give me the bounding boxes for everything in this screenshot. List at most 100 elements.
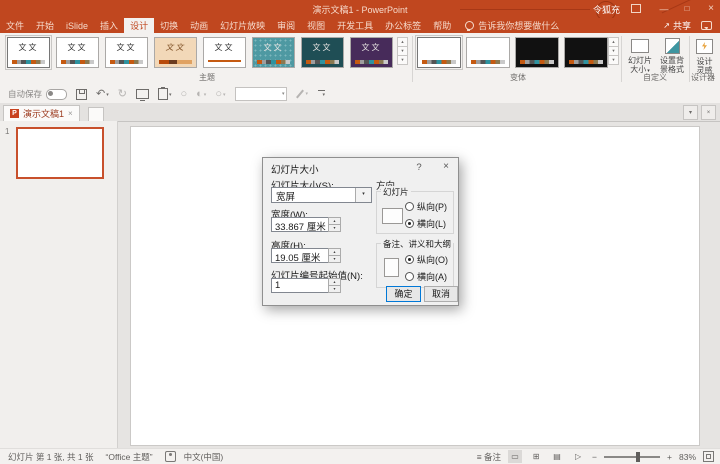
zoom-slider[interactable] [604,451,661,462]
variants-group-label: 变体 [510,73,526,82]
radio-selected-icon[interactable] [405,255,414,264]
user-name[interactable]: 令狐充 [593,3,620,16]
new-document-tab-button[interactable] [88,107,104,122]
tell-me-label: 告诉我你想要做什么 [478,21,560,31]
tab-help[interactable]: 帮助 [427,18,457,33]
tab-list-dropdown-button[interactable]: ▾ [683,105,698,120]
spin-up-icon[interactable]: ▲ [329,218,340,225]
theme-item-3[interactable]: 文文 [105,37,148,68]
accessibility-icon[interactable] [164,451,176,462]
spin-down-icon[interactable]: ▼ [329,286,340,292]
slide-thumbnail[interactable] [16,127,104,179]
customize-qat-button[interactable]: ▾ [318,90,325,98]
slide-size-combobox[interactable]: 宽屏 ▾ [271,187,372,203]
tab-slideshow[interactable]: 幻灯片放映 [214,18,271,33]
zoom-out-button[interactable]: − [592,452,597,462]
document-tab[interactable]: P 演示文稿1 × [3,105,80,121]
autosave-toggle[interactable] [46,88,68,100]
variant-item-4[interactable] [564,37,608,68]
notes-label: 备注 [484,451,502,462]
theme-item-8[interactable]: 文文 [350,37,393,68]
share-button[interactable]: ↗ 共享 [663,19,691,32]
combo-dropdown-button[interactable]: ▾ [355,188,371,202]
collapse-ribbon-button[interactable]: ^ [711,76,714,83]
theme-item-6[interactable]: 文文 [252,37,295,68]
radio-icon[interactable] [405,272,414,281]
theme-item-office[interactable]: 文文 [5,35,52,70]
radio-icon[interactable] [405,202,414,211]
cancel-button[interactable]: 取消 [424,286,458,302]
comment-icon[interactable] [701,21,712,30]
slides-portrait-option[interactable]: 纵向(P) [405,200,447,213]
notes-button[interactable]: ≡ 备注 [477,451,501,463]
tab-home[interactable]: 开始 [30,18,60,33]
spin-down-icon[interactable]: ▼ [329,225,340,231]
close-button[interactable]: × [702,0,720,18]
width-spinner[interactable]: ▲ ▼ [328,217,341,232]
start-number-spinner[interactable]: ▲ ▼ [328,278,341,293]
notes-portrait-option[interactable]: 纵向(O) [405,253,448,266]
design-ideas-button[interactable]: 设计 灵感 [691,37,718,75]
format-background-button[interactable]: 设置背 景格式 [656,37,688,74]
ok-button[interactable]: 确定 [386,286,421,302]
dialog-help-button[interactable]: ? [411,162,427,173]
minimize-button[interactable]: — [655,0,673,18]
tell-me-box[interactable]: 告诉我你想要做什么 [465,18,559,33]
highlighter-button[interactable]: ▾ [296,89,308,99]
tab-islide[interactable]: iSlide [60,18,94,33]
shapes-button[interactable]: ○ [180,88,187,100]
start-slideshow-button[interactable] [135,89,149,101]
tab-animations[interactable]: 动画 [184,18,214,33]
tab-developer[interactable]: 开发工具 [331,18,379,33]
variants-more-button[interactable]: ▼ [608,55,619,65]
slide-size-button[interactable]: 幻灯片 大小▾ [624,37,656,75]
shape-outline-button[interactable]: ○ ▾ [215,88,225,100]
document-tab-close-icon[interactable]: × [68,109,73,118]
width-input[interactable]: 33.867 厘米 [271,217,329,233]
spin-up-icon[interactable]: ▲ [329,249,340,256]
tab-file[interactable]: 文件 [0,18,30,33]
slides-landscape-option[interactable]: 横向(L) [405,217,446,230]
save-button[interactable] [76,88,88,100]
theme-item-2[interactable]: 文文 [56,37,99,68]
spin-up-icon[interactable]: ▲ [329,279,340,286]
zoom-slider-thumb[interactable] [636,451,641,462]
paste-button[interactable]: ▾ [157,87,171,100]
variant-item-2[interactable] [466,37,510,68]
dialog-close-button[interactable]: × [437,161,455,172]
tab-transitions[interactable]: 切换 [154,18,184,33]
notes-landscape-option[interactable]: 横向(A) [405,270,447,283]
maximize-button[interactable]: □ [678,0,696,18]
zoom-in-button[interactable]: + [667,452,672,462]
theme-item-7[interactable]: 文文 [301,37,344,68]
undo-button[interactable]: ↶ ▾ [96,88,109,100]
themes-more-button[interactable]: ▼ [397,55,408,65]
variant-item-1[interactable] [415,35,463,70]
tab-review[interactable]: 审阅 [271,18,301,33]
theme-item-4[interactable]: 文文 [154,37,197,68]
ribbon-display-options-button[interactable] [627,0,645,18]
theme-item-5[interactable]: 文文 [203,37,246,68]
fit-to-window-button[interactable] [703,451,714,462]
tab-insert[interactable]: 插入 [94,18,124,33]
shape-fill-button[interactable]: ◐ ▾ [196,88,206,100]
slide-count-label: 幻灯片 第 1 张, 共 1 张 [8,451,94,462]
slideshow-view-button[interactable]: ▷ [571,450,585,463]
zoom-level-label[interactable]: 83% [679,452,696,462]
radio-selected-icon[interactable] [405,219,414,228]
normal-view-button[interactable]: ▭ [508,450,523,463]
tab-design[interactable]: 设计 [124,18,155,33]
font-size-combobox[interactable]: ▾ [235,87,288,101]
spin-down-icon[interactable]: ▼ [329,256,340,262]
start-number-input[interactable]: 1 [271,278,329,293]
reading-view-button[interactable]: ▤ [550,450,564,463]
slide-sorter-view-button[interactable]: ⊞ [529,450,543,463]
tab-view[interactable]: 视图 [301,18,331,33]
language-label[interactable]: 中文(中国) [184,451,224,463]
height-spinner[interactable]: ▲ ▼ [328,248,341,263]
tab-office-tab[interactable]: 办公标签 [379,18,427,33]
height-input[interactable]: 19.05 厘米 [271,248,329,264]
tab-bar-close-button[interactable]: × [701,105,716,120]
variant-item-3[interactable] [515,37,559,68]
redo-button[interactable]: ↻ [118,88,127,100]
